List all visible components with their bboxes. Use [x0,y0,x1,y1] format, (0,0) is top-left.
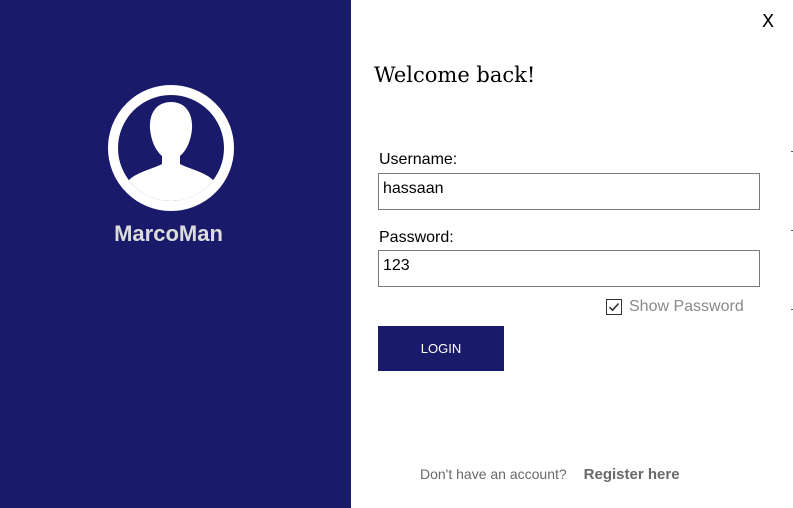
login-button[interactable]: LOGIN [378,326,504,371]
register-link[interactable]: Register here [584,466,680,483]
user-silhouette-icon [108,85,234,211]
close-button[interactable]: X [758,10,778,34]
show-password-label: Show Password [629,298,744,315]
login-window: MarcoMan X Welcome back! Username: hassa… [0,0,793,508]
branding-panel: MarcoMan [0,0,351,508]
username-label: Username: [379,151,458,168]
checkmark-icon [608,302,620,312]
password-label: Password: [379,229,454,246]
show-password-checkbox[interactable] [606,299,622,315]
show-password-toggle[interactable]: Show Password [606,298,744,316]
app-name: MarcoMan [114,221,223,246]
page-title: Welcome back! [374,63,536,87]
password-field[interactable]: 123 [378,250,760,287]
register-row: Don't have an account? Register here [420,466,680,483]
username-field[interactable]: hassaan [378,173,760,210]
register-prompt: Don't have an account? [420,466,567,482]
